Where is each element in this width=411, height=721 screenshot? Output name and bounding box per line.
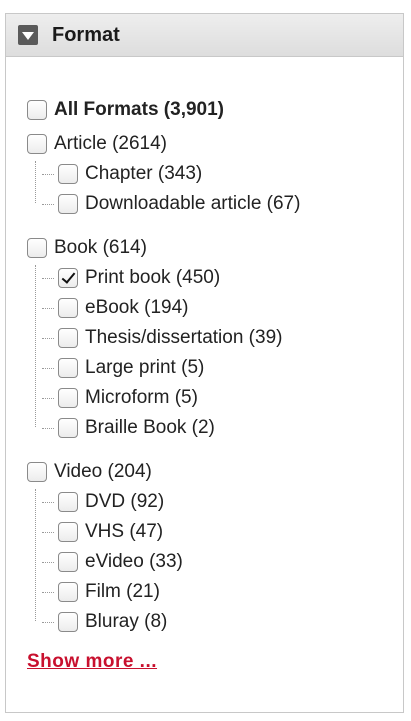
- option-checkbox[interactable]: [58, 492, 78, 512]
- option-checkbox-checked[interactable]: [58, 268, 78, 288]
- option-thesis-dissertation[interactable]: Thesis/dissertation (39): [42, 323, 283, 353]
- group-checkbox[interactable]: [27, 238, 47, 258]
- option-large-print[interactable]: Large print (5): [42, 353, 205, 383]
- option-label: Downloadable article (67): [85, 193, 301, 214]
- option-checkbox[interactable]: [58, 418, 78, 438]
- format-facet-panel: Format All Formats (3,901) Article (2614…: [5, 13, 404, 713]
- option-microform[interactable]: Microform (5): [42, 383, 198, 413]
- option-label: Thesis/dissertation (39): [85, 327, 283, 348]
- option-label: Microform (5): [85, 387, 198, 408]
- group-label: Article (2614): [54, 133, 167, 154]
- option-label: Bluray (8): [85, 611, 168, 632]
- all-formats-label: All Formats (3,901): [54, 99, 224, 120]
- option-checkbox[interactable]: [58, 194, 78, 214]
- option-label: eBook (194): [85, 297, 189, 318]
- option-chapter[interactable]: Chapter (343): [42, 159, 203, 189]
- show-more-link[interactable]: Show more ...: [27, 651, 157, 673]
- option-label: Braille Book (2): [85, 417, 215, 438]
- option-label: Large print (5): [85, 357, 205, 378]
- option-checkbox[interactable]: [58, 388, 78, 408]
- all-formats-checkbox[interactable]: [27, 100, 47, 120]
- option-checkbox[interactable]: [58, 328, 78, 348]
- option-label: Chapter (343): [85, 163, 203, 184]
- group-label: Book (614): [54, 237, 147, 258]
- option-checkbox[interactable]: [58, 298, 78, 318]
- tree-connector: [35, 265, 36, 427]
- group-checkbox[interactable]: [27, 462, 47, 482]
- option-braille-book[interactable]: Braille Book (2): [42, 413, 215, 443]
- facet-title: Format: [52, 23, 120, 46]
- option-group-article[interactable]: Article (2614): [27, 129, 167, 159]
- option-vhs[interactable]: VHS (47): [42, 517, 164, 547]
- option-label: DVD (92): [85, 491, 165, 512]
- collapse-triangle-icon[interactable]: [18, 25, 38, 45]
- option-label: Film (21): [85, 581, 160, 602]
- option-checkbox[interactable]: [58, 164, 78, 184]
- option-group-video[interactable]: Video (204): [27, 457, 152, 487]
- tree-connector: [35, 161, 36, 203]
- group-label: Video (204): [54, 461, 152, 482]
- option-label: eVideo (33): [85, 551, 183, 572]
- option-evideo[interactable]: eVideo (33): [42, 547, 183, 577]
- option-dvd[interactable]: DVD (92): [42, 487, 165, 517]
- option-checkbox[interactable]: [58, 582, 78, 602]
- option-checkbox[interactable]: [58, 552, 78, 572]
- option-print-book[interactable]: Print book (450): [42, 263, 221, 293]
- option-checkbox[interactable]: [58, 522, 78, 542]
- option-checkbox[interactable]: [58, 612, 78, 632]
- option-bluray[interactable]: Bluray (8): [42, 607, 168, 637]
- tree-connector: [35, 489, 36, 621]
- option-label: Print book (450): [85, 267, 221, 288]
- option-group-book[interactable]: Book (614): [27, 233, 147, 263]
- option-checkbox[interactable]: [58, 358, 78, 378]
- option-film[interactable]: Film (21): [42, 577, 160, 607]
- group-checkbox[interactable]: [27, 134, 47, 154]
- option-label: VHS (47): [85, 521, 164, 542]
- option-all-formats[interactable]: All Formats (3,901): [27, 95, 224, 125]
- option-downloadable-article[interactable]: Downloadable article (67): [42, 189, 301, 219]
- facet-header[interactable]: Format: [6, 14, 403, 57]
- option-ebook[interactable]: eBook (194): [42, 293, 189, 323]
